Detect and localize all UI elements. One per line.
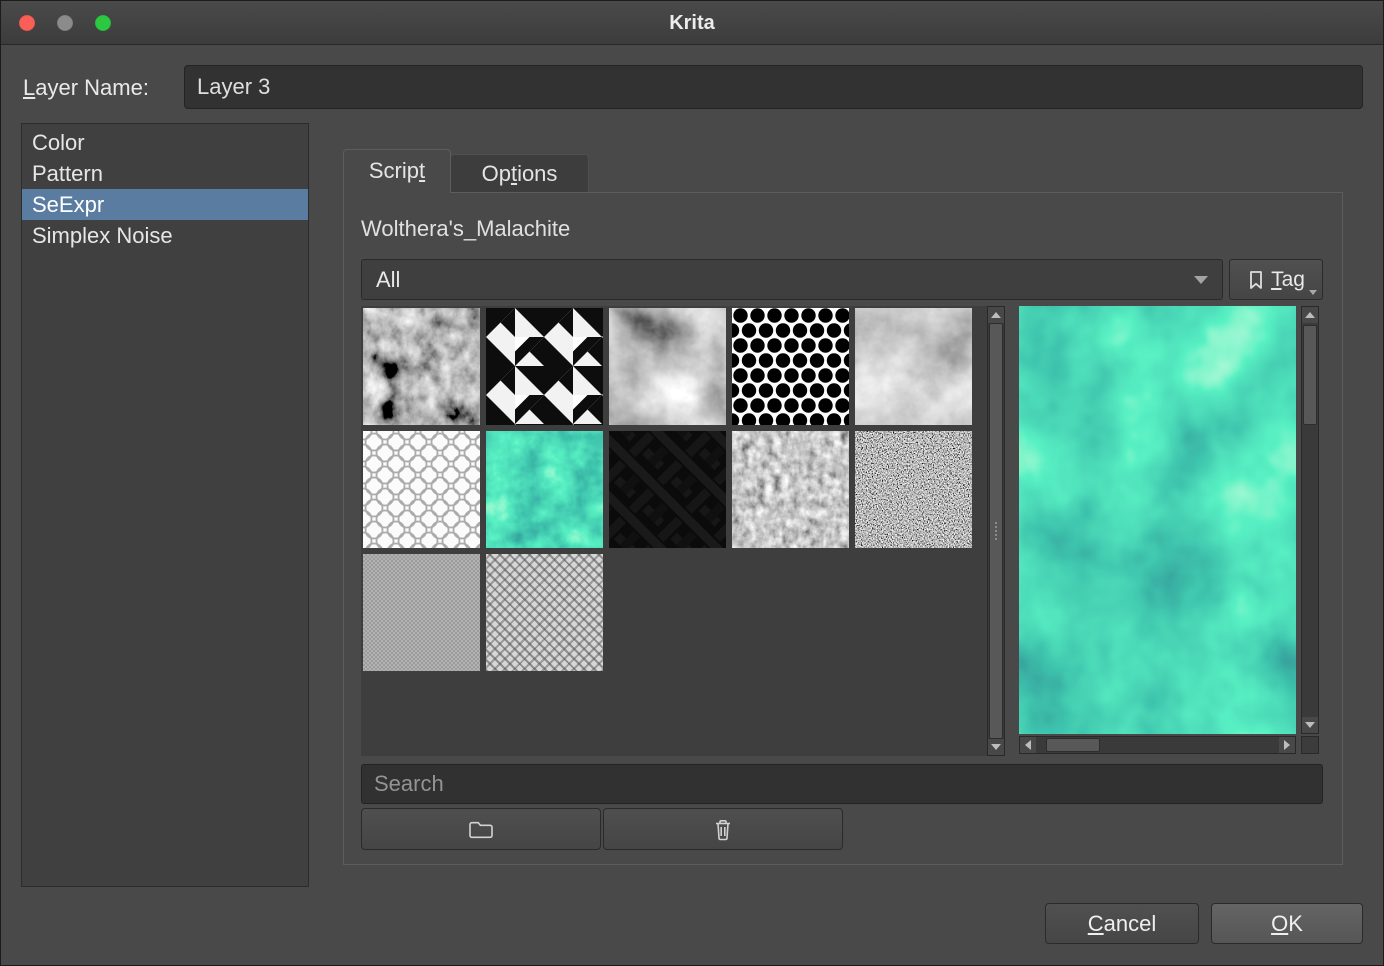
pattern-thumb-gray-clouds[interactable]	[609, 308, 726, 425]
pattern-grid	[361, 306, 987, 756]
grip-dots-icon	[995, 530, 997, 532]
preview-vscrollbar[interactable]	[1301, 306, 1319, 734]
scrollbar-corner	[1301, 736, 1319, 754]
pattern-preview	[1019, 306, 1296, 734]
window-title: Krita	[1, 1, 1383, 45]
pattern-thumb-halftone-dots[interactable]	[732, 308, 849, 425]
cancel-button[interactable]: Cancel	[1045, 903, 1199, 944]
pattern-thumb-ring-lattice[interactable]	[363, 431, 480, 548]
ok-button[interactable]: OK	[1211, 903, 1363, 944]
tag-filter-dropdown[interactable]: All	[361, 259, 1223, 300]
arrow-right-icon	[1284, 740, 1290, 750]
import-pattern-button[interactable]	[361, 808, 601, 850]
pattern-thumb-malachite-green[interactable]	[486, 431, 603, 548]
titlebar[interactable]: Krita	[1, 1, 1383, 45]
krita-dialog-window: Krita Layer Name: Color Pattern SeExpr S…	[0, 0, 1384, 966]
delete-pattern-button[interactable]	[603, 808, 843, 850]
tag-button[interactable]: Tag	[1229, 259, 1323, 300]
scrollbar-thumb[interactable]	[1303, 325, 1317, 425]
list-item-color[interactable]: Color	[22, 127, 308, 158]
tag-button-label: Tag	[1271, 268, 1305, 292]
scroll-down-button[interactable]	[1302, 717, 1318, 733]
pattern-thumb-bw-triangle-mosaic[interactable]	[486, 308, 603, 425]
list-item-pattern[interactable]: Pattern	[22, 158, 308, 189]
current-pattern-name: Wolthera's_Malachite	[361, 216, 570, 242]
pattern-thumb-fine-grid[interactable]	[363, 554, 480, 671]
pattern-thumb-diagonal-weave[interactable]	[486, 554, 603, 671]
pattern-thumb-rough-concrete[interactable]	[732, 431, 849, 548]
pattern-thumb-soft-smoke[interactable]	[855, 308, 972, 425]
pattern-grid-vscrollbar[interactable]	[987, 306, 1005, 756]
arrow-up-icon	[1305, 312, 1315, 318]
pattern-search-input[interactable]	[361, 764, 1323, 804]
scrollbar-track[interactable]	[1302, 323, 1318, 717]
scrollbar-track[interactable]	[988, 323, 1004, 739]
tab-options[interactable]: Options	[450, 154, 589, 193]
pattern-thumb-dark-maze[interactable]	[609, 431, 726, 548]
list-item-seexpr[interactable]: SeExpr	[22, 189, 308, 220]
chevron-down-icon	[1309, 290, 1317, 295]
scroll-right-button[interactable]	[1279, 737, 1295, 753]
arrow-up-icon	[991, 312, 1001, 318]
arrow-down-icon	[1305, 722, 1315, 728]
pattern-thumb-dark-marble-noise[interactable]	[363, 308, 480, 425]
tag-filter-value: All	[376, 267, 400, 293]
tab-script[interactable]: Script	[343, 149, 451, 193]
malachite-preview-image	[1019, 306, 1296, 734]
preview-hscrollbar[interactable]	[1019, 736, 1296, 754]
pattern-thumb-speckle-noise[interactable]	[855, 431, 972, 548]
scroll-left-button[interactable]	[1020, 737, 1036, 753]
scroll-down-button[interactable]	[988, 739, 1004, 755]
chevron-down-icon	[1194, 276, 1208, 284]
layer-name-input[interactable]	[184, 65, 1363, 109]
scrollbar-track[interactable]	[1036, 737, 1279, 753]
scrollbar-thumb[interactable]	[989, 323, 1003, 739]
trash-icon	[713, 818, 733, 841]
arrow-left-icon	[1025, 740, 1031, 750]
scroll-up-button[interactable]	[1302, 307, 1318, 323]
list-item-simplex-noise[interactable]: Simplex Noise	[22, 220, 308, 251]
generator-list: Color Pattern SeExpr Simplex Noise	[21, 123, 309, 887]
scrollbar-thumb[interactable]	[1046, 738, 1100, 752]
layer-name-label: Layer Name:	[23, 75, 149, 101]
folder-icon	[468, 819, 494, 839]
scroll-up-button[interactable]	[988, 307, 1004, 323]
bookmark-icon	[1247, 269, 1265, 291]
arrow-down-icon	[991, 744, 1001, 750]
